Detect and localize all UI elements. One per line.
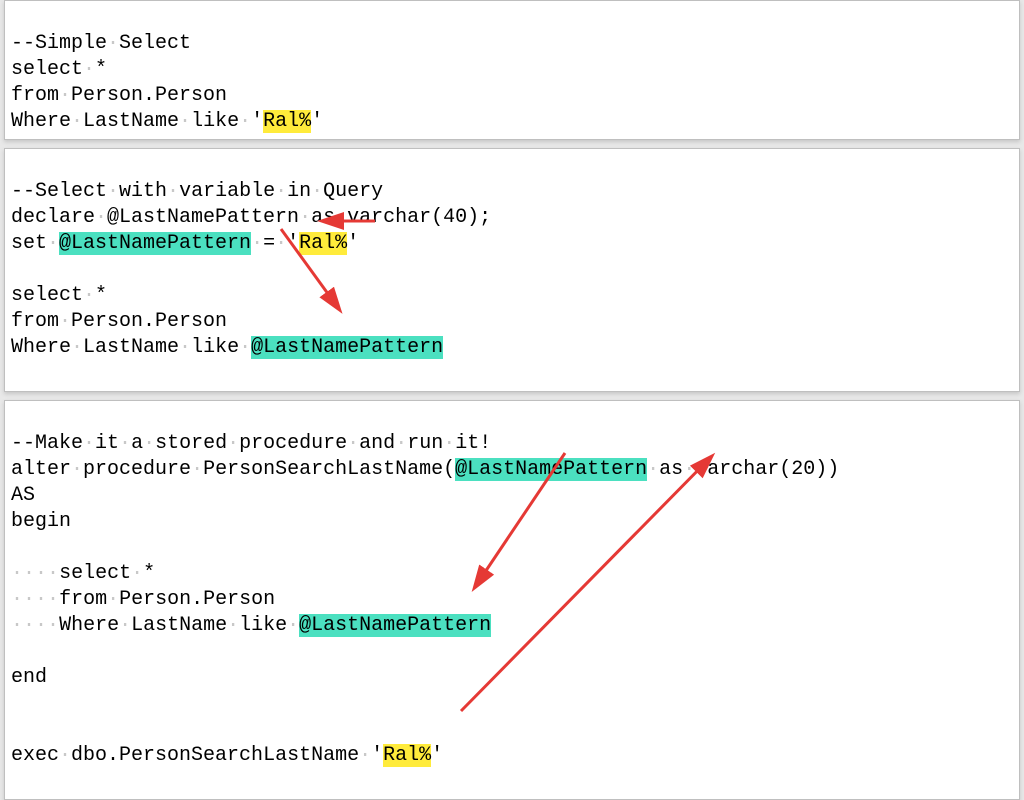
variable-highlight: @LastNamePattern	[59, 232, 251, 255]
code-line: AS	[11, 484, 35, 507]
code-pane-2: --Select·with·variable·in·Query declare·…	[4, 148, 1020, 392]
code-pane-1: --Simple·Select select·* from·Person.Per…	[4, 0, 1020, 140]
code-line: --Simple·Select	[11, 32, 191, 55]
code-line: select·*	[11, 58, 107, 81]
code-line: from·Person.Person	[11, 310, 227, 333]
code-line: alter·procedure·PersonSearchLastName(@La…	[11, 458, 839, 481]
code-line: --Select·with·variable·in·Query	[11, 180, 383, 203]
code-line: begin	[11, 510, 71, 533]
code-line	[11, 536, 23, 559]
code-line: declare·@LastNamePattern·as·varchar(40);	[11, 206, 491, 229]
code-line: from·Person.Person	[11, 84, 227, 107]
code-line: Where·LastName·like·'Ral%'	[11, 110, 323, 133]
code-line	[11, 258, 23, 281]
code-line: set·@LastNamePattern·=·'Ral%'	[11, 232, 359, 255]
code-line: ····Where·LastName·like·@LastNamePattern	[11, 614, 491, 637]
variable-highlight: @LastNamePattern	[299, 614, 491, 637]
code-pane-3: --Make·it·a·stored·procedure·and·run·it!…	[4, 400, 1020, 800]
code-line: exec·dbo.PersonSearchLastName·'Ral%'	[11, 744, 443, 767]
variable-highlight: @LastNamePattern	[251, 336, 443, 359]
code-line: ····select·*	[11, 562, 155, 585]
literal-highlight: Ral%	[263, 110, 311, 133]
code-line: select·*	[11, 284, 107, 307]
code-line: Where·LastName·like·@LastNamePattern	[11, 336, 443, 359]
variable-highlight: @LastNamePattern	[455, 458, 647, 481]
code-line	[11, 692, 23, 715]
literal-highlight: Ral%	[383, 744, 431, 767]
code-line	[11, 640, 23, 663]
code-line: end	[11, 666, 47, 689]
literal-highlight: Ral%	[299, 232, 347, 255]
code-line: ····from·Person.Person	[11, 588, 275, 611]
code-line: --Make·it·a·stored·procedure·and·run·it!	[11, 432, 491, 455]
